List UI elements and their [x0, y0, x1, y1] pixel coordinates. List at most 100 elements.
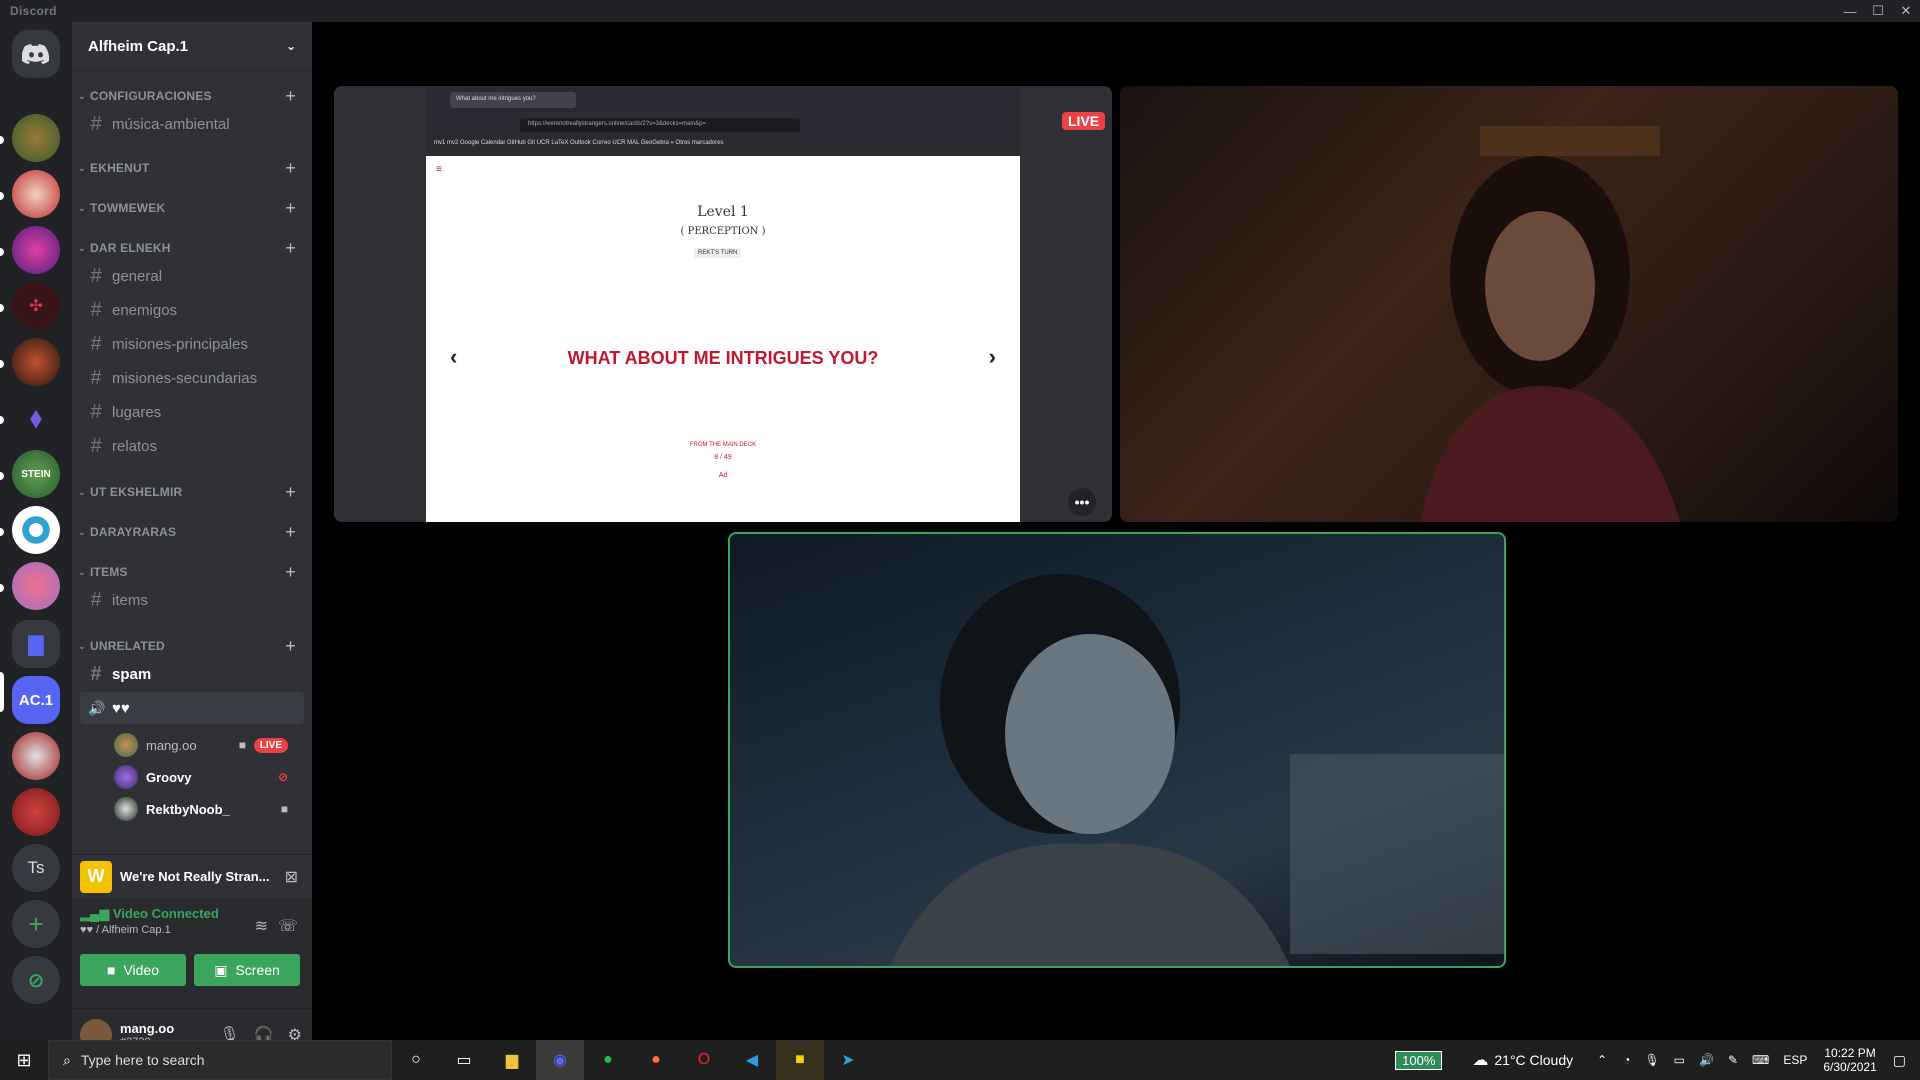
category-label: ITEMS — [90, 565, 128, 579]
cortana-icon[interactable]: ○ — [392, 1040, 440, 1080]
connection-status[interactable]: ▂▄▆ Video Connected — [80, 906, 304, 922]
language-label[interactable]: ESP — [1783, 1053, 1807, 1067]
activity-panel[interactable]: W We're Not Really Stran... ⊠ — [72, 854, 312, 898]
channel-misiones-principales[interactable]: # misiones-principales — [80, 328, 304, 360]
server-icon[interactable] — [12, 732, 60, 780]
voice-user-groovy[interactable]: Groovy ⊘ — [114, 762, 304, 792]
server-icon[interactable] — [12, 506, 60, 554]
channel-lugares[interactable]: # lugares — [80, 396, 304, 428]
category-dar-elnekh[interactable]: ⌄ DAR ELNEKH + — [72, 236, 312, 260]
camera-tile-mang-oo[interactable] — [728, 532, 1506, 968]
voice-user-rektbynoob[interactable]: RektbyNoob_ ■ — [114, 794, 304, 824]
opera-icon[interactable]: O — [680, 1040, 728, 1080]
volume-icon[interactable]: 🔊 — [1699, 1053, 1714, 1067]
firefox-icon[interactable]: ● — [632, 1040, 680, 1080]
discord-taskbar-icon[interactable]: ◉ — [536, 1040, 584, 1080]
add-channel-icon[interactable]: + — [285, 198, 296, 219]
add-channel-icon[interactable]: + — [285, 158, 296, 179]
discord-home-icon[interactable] — [12, 30, 60, 78]
browser-url: https://werenotreallystrangers.online/ca… — [520, 118, 800, 132]
stop-activity-icon[interactable]: ⊠ — [285, 867, 298, 887]
channel-misiones-secundarias[interactable]: # misiones-secundarias — [80, 362, 304, 394]
screen-button[interactable]: ▣ Screen — [194, 954, 300, 986]
network-icon[interactable]: ◔ — [1623, 1053, 1630, 1067]
notifications-icon[interactable]: ▢ — [1893, 1052, 1906, 1069]
channel-enemigos[interactable]: # enemigos — [80, 294, 304, 326]
telegram-icon[interactable]: ➤ — [824, 1040, 872, 1080]
unread-pill — [0, 528, 4, 536]
server-icon[interactable]: STEIN — [12, 450, 60, 498]
noise-suppression-icon[interactable]: ≋ — [255, 916, 268, 936]
taskbar-search[interactable]: ⌕ Type here to search — [48, 1040, 392, 1080]
add-server-icon[interactable]: + — [12, 900, 60, 948]
maximize-icon[interactable]: ☐ — [1864, 0, 1892, 22]
server-icon[interactable] — [12, 226, 60, 274]
server-icon[interactable] — [12, 170, 60, 218]
category-ut-ekshelmir[interactable]: ⌄ UT EKSHELMIR + — [72, 480, 312, 504]
camera-feed — [890, 574, 1504, 966]
camera-tile-groovy[interactable] — [1120, 86, 1898, 522]
screen-share-tile[interactable]: What about me intrigues you? https://wer… — [334, 86, 1112, 522]
add-channel-icon[interactable]: + — [285, 86, 296, 107]
browser-tab: What about me intrigues you? — [450, 92, 576, 108]
more-options-icon[interactable]: ••• — [1068, 488, 1096, 516]
windows-start-icon[interactable]: ⊞ — [0, 1040, 48, 1080]
pen-icon[interactable]: ✎ — [1728, 1053, 1738, 1067]
chevron-down-icon[interactable]: ⌄ — [286, 39, 296, 53]
selected-pill — [0, 672, 4, 712]
sticky-notes-icon[interactable]: ■ — [776, 1040, 824, 1080]
channel-items[interactable]: # items — [80, 584, 304, 616]
microphone-icon[interactable]: 🎙 — [1644, 1053, 1659, 1067]
spotify-icon[interactable]: ● — [584, 1040, 632, 1080]
server-ts[interactable]: Ts — [12, 844, 60, 892]
add-channel-icon[interactable]: + — [285, 562, 296, 583]
chevron-icon: ⌄ — [78, 90, 86, 101]
voice-channel[interactable]: 🔊 ♥♥ — [80, 692, 304, 724]
add-channel-icon[interactable]: + — [285, 522, 296, 543]
vscode-icon[interactable]: ◀ — [728, 1040, 776, 1080]
video-button[interactable]: ■ Video — [80, 954, 186, 986]
chevron-up-icon[interactable]: ⌃ — [1597, 1053, 1607, 1067]
category-unrelated[interactable]: ⌄ UNRELATED + — [72, 634, 312, 658]
server-icon[interactable]: ✣ — [12, 282, 60, 330]
close-icon[interactable]: ✕ — [1892, 0, 1920, 22]
explore-icon[interactable]: ⊘ — [12, 956, 60, 1004]
clock[interactable]: 10:22 PM 6/30/2021 — [1823, 1046, 1876, 1074]
folder-icon[interactable]: ▇ — [12, 620, 60, 668]
task-view-icon[interactable]: ▭ — [440, 1040, 488, 1080]
windows-taskbar: ⊞ ⌕ Type here to search ○ ▭ ▆ ◉ ● ● O ◀ … — [0, 1040, 1920, 1080]
category-darayraras[interactable]: ⌄ DARAYRARAS + — [72, 520, 312, 544]
add-channel-icon[interactable]: + — [285, 636, 296, 657]
category-configuraciones[interactable]: ⌄ CONFIGURACIONES + — [72, 84, 312, 108]
server-header[interactable]: Alfheim Cap.1 ⌄ — [72, 22, 312, 70]
category-ekhenut[interactable]: ⌄ EKHENUT + — [72, 156, 312, 180]
battery-indicator[interactable]: 100% — [1395, 1050, 1443, 1070]
add-channel-icon[interactable]: + — [285, 238, 296, 259]
channel-label: enemigos — [112, 301, 178, 319]
add-channel-icon[interactable]: + — [285, 482, 296, 503]
server-icon[interactable] — [12, 114, 60, 162]
battery-icon[interactable]: ▭ — [1674, 1053, 1685, 1067]
channel-relatos[interactable]: # relatos — [80, 430, 304, 462]
channel-musica-ambiental[interactable]: # música-ambiental — [80, 108, 304, 140]
server-icon[interactable] — [12, 338, 60, 386]
unread-pill — [0, 304, 4, 312]
category-items[interactable]: ⌄ ITEMS + — [72, 560, 312, 584]
crystal-icon[interactable]: ⬧ — [12, 394, 60, 442]
channel-spam[interactable]: # spam — [80, 658, 304, 690]
chevron-icon: ⌄ — [78, 526, 86, 537]
keyboard-icon[interactable]: ⌨ — [1752, 1053, 1769, 1067]
screen-icon: ▣ — [214, 961, 228, 978]
disconnect-icon[interactable]: ☏ — [278, 916, 298, 936]
category-towmewek[interactable]: ⌄ TOWMEWEK + — [72, 196, 312, 220]
server-icon[interactable] — [12, 788, 60, 836]
minimize-icon[interactable]: — — [1836, 0, 1864, 22]
server-icon[interactable] — [12, 562, 60, 610]
voice-user-mang-oo[interactable]: mang.oo ■ LIVE — [114, 730, 304, 760]
weather-label[interactable]: 21°C Cloudy — [1494, 1052, 1573, 1068]
camera-icon: ■ — [280, 802, 288, 816]
channel-general[interactable]: # general — [80, 260, 304, 292]
server-alfheim[interactable]: AC.1 — [12, 676, 60, 724]
unread-pill — [0, 136, 4, 144]
file-explorer-icon[interactable]: ▆ — [488, 1040, 536, 1080]
